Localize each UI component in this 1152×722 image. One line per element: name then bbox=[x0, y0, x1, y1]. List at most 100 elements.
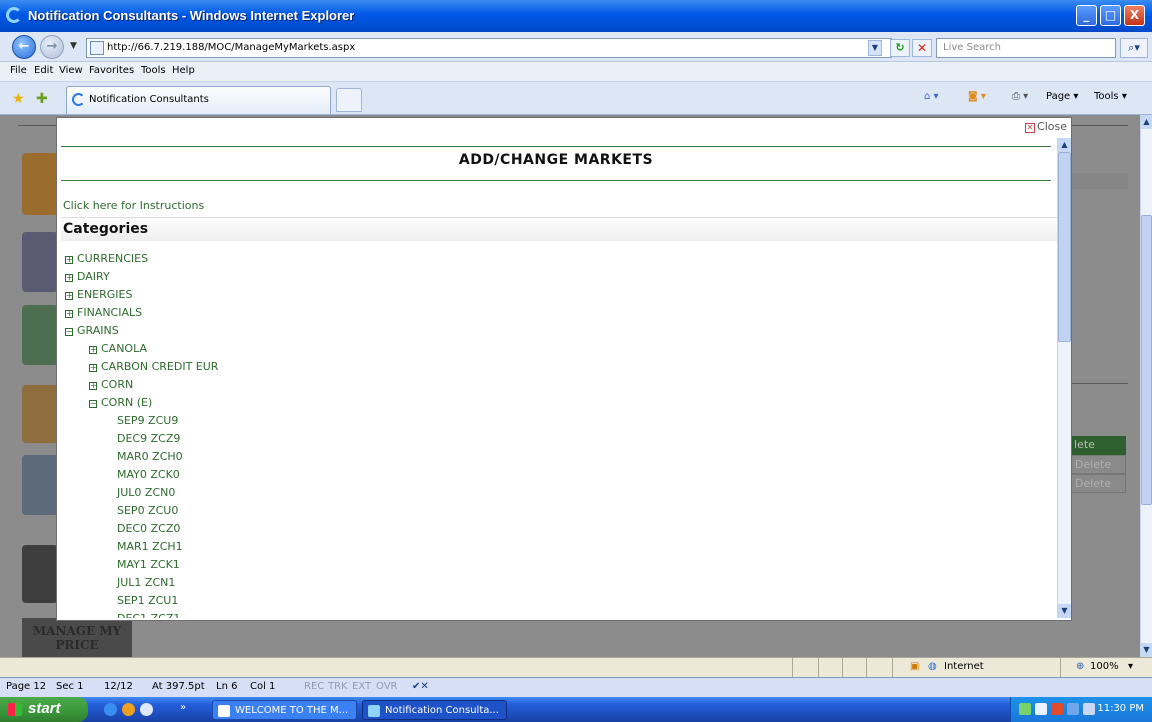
favorites-star-icon[interactable]: ★ bbox=[12, 91, 25, 107]
market-item[interactable]: DEC1 ZCZ1 bbox=[61, 610, 1051, 618]
tray-icon[interactable] bbox=[1067, 703, 1079, 715]
window-title-bar[interactable]: Notification Consultants - Windows Inter… bbox=[0, 0, 1152, 32]
page-scrollbar[interactable]: ▲ ▼ bbox=[1140, 115, 1152, 657]
zoom-icon: ⊕ bbox=[1076, 661, 1085, 672]
add-favorites-icon[interactable]: ✚ bbox=[36, 91, 48, 107]
manage-my-price-button[interactable]: MANAGE MY PRICE bbox=[22, 618, 132, 657]
task-ie[interactable]: Notification Consulta... bbox=[362, 700, 507, 720]
expand-icon[interactable]: + bbox=[89, 382, 97, 390]
tray-icon[interactable] bbox=[1051, 703, 1063, 715]
new-tab-button[interactable] bbox=[336, 88, 362, 112]
scroll-down-icon[interactable]: ▼ bbox=[1058, 604, 1071, 618]
expand-icon[interactable]: + bbox=[65, 310, 73, 318]
market-item[interactable]: SEP1 ZCU1 bbox=[61, 592, 1051, 610]
task-word[interactable]: WELCOME TO THE M... bbox=[212, 700, 357, 720]
tree-node[interactable]: + FINANCIALS bbox=[61, 304, 1051, 322]
protected-mode-icon[interactable]: ▣ bbox=[910, 661, 919, 672]
scroll-thumb[interactable] bbox=[1058, 152, 1071, 342]
tree-node[interactable]: + DAIRY bbox=[61, 268, 1051, 286]
stop-button[interactable]: ✕ bbox=[912, 39, 932, 57]
quicklaunch-icon[interactable] bbox=[122, 703, 135, 716]
recent-pages-dropdown[interactable]: ▼ bbox=[70, 41, 77, 51]
back-button[interactable]: ← bbox=[12, 35, 36, 59]
volume-icon[interactable] bbox=[1083, 703, 1095, 715]
tree-label: MAY0 ZCK0 bbox=[117, 468, 180, 481]
tree-node[interactable]: + CURRENCIES bbox=[61, 250, 1051, 268]
collapse-icon[interactable]: − bbox=[65, 328, 73, 336]
expand-icon[interactable]: + bbox=[89, 346, 97, 354]
menu-edit[interactable]: Edit bbox=[34, 65, 53, 76]
delete-button[interactable]: Delete bbox=[1070, 455, 1126, 474]
menu-file[interactable]: File bbox=[10, 65, 27, 76]
refresh-button[interactable]: ↻ bbox=[890, 39, 910, 57]
market-item[interactable]: SEP9 ZCU9 bbox=[61, 412, 1051, 430]
scroll-up-icon[interactable]: ▲ bbox=[1058, 138, 1071, 152]
scroll-up-icon[interactable]: ▲ bbox=[1141, 115, 1152, 129]
page-menu[interactable]: Page ▾ bbox=[1046, 91, 1078, 102]
quicklaunch-icon[interactable] bbox=[140, 703, 153, 716]
tree-node[interactable]: − CORN (E) bbox=[61, 394, 1051, 412]
expand-icon[interactable]: + bbox=[65, 292, 73, 300]
menu-help[interactable]: Help bbox=[172, 65, 195, 76]
collapse-icon[interactable]: − bbox=[89, 400, 97, 408]
tree-node[interactable]: + CORN bbox=[61, 376, 1051, 394]
spelling-icon[interactable]: ✔✕ bbox=[412, 681, 429, 692]
home-icon[interactable]: ⌂ ▾ bbox=[924, 91, 939, 102]
tree-node[interactable]: + CANOLA bbox=[61, 340, 1051, 358]
scroll-down-icon[interactable]: ▼ bbox=[1141, 643, 1152, 657]
word-trk[interactable]: TRK bbox=[328, 681, 348, 692]
more-icon[interactable]: » bbox=[180, 702, 186, 713]
categories-tree: + CURRENCIES + DAIRY + ENERGIES + FINANCIALS − GR… bbox=[61, 250, 1051, 618]
close-window-button[interactable]: X bbox=[1124, 5, 1145, 26]
word-ext[interactable]: EXT bbox=[352, 681, 371, 692]
start-button[interactable]: start bbox=[0, 697, 88, 722]
feeds-icon[interactable]: ◙ ▾ bbox=[968, 91, 986, 102]
word-rec[interactable]: REC bbox=[304, 681, 324, 692]
tray-icon[interactable] bbox=[1035, 703, 1047, 715]
market-item[interactable]: MAY0 ZCK0 bbox=[61, 466, 1051, 484]
expand-icon[interactable]: + bbox=[89, 364, 97, 372]
market-item[interactable]: MAY1 ZCK1 bbox=[61, 556, 1051, 574]
word-ovr[interactable]: OVR bbox=[376, 681, 397, 692]
search-icon[interactable]: ⌕▾ bbox=[1120, 38, 1148, 58]
expand-icon[interactable]: + bbox=[65, 256, 73, 264]
expand-icon[interactable]: + bbox=[65, 274, 73, 282]
tree-node[interactable]: + CARBON CREDIT EUR bbox=[61, 358, 1051, 376]
address-input[interactable]: http://66.7.219.188/MOC/ManageMyMarkets.… bbox=[86, 38, 892, 58]
menu-view[interactable]: View bbox=[59, 65, 83, 76]
menu-tools[interactable]: Tools bbox=[141, 65, 166, 76]
print-icon[interactable]: ⎙ ▾ bbox=[1012, 91, 1028, 102]
search-input[interactable]: Live Search bbox=[936, 38, 1116, 58]
tray-icon[interactable] bbox=[1019, 703, 1031, 715]
tree-node[interactable]: + ENERGIES bbox=[61, 286, 1051, 304]
delete-button[interactable]: Delete bbox=[1070, 474, 1126, 493]
tab-label: Notification Consultants bbox=[89, 94, 209, 105]
tools-menu[interactable]: Tools ▾ bbox=[1094, 91, 1127, 102]
market-item[interactable]: JUL0 ZCN0 bbox=[61, 484, 1051, 502]
market-item[interactable]: MAR1 ZCH1 bbox=[61, 538, 1051, 556]
market-item[interactable]: JUL1 ZCN1 bbox=[61, 574, 1051, 592]
close-dialog-button[interactable]: ✕ Close bbox=[1025, 120, 1067, 133]
address-dropdown-icon[interactable]: ▼ bbox=[868, 40, 882, 56]
market-item[interactable]: MAR0 ZCH0 bbox=[61, 448, 1051, 466]
minimize-button[interactable]: _ bbox=[1076, 5, 1097, 26]
instructions-link[interactable]: Click here for Instructions bbox=[63, 199, 204, 212]
tree-label: DAIRY bbox=[77, 270, 110, 283]
tree-node[interactable]: − GRAINS bbox=[61, 322, 1051, 340]
market-item[interactable]: DEC0 ZCZ0 bbox=[61, 520, 1051, 538]
ie-quicklaunch-icon[interactable] bbox=[104, 703, 117, 716]
zoom-dropdown-icon[interactable]: ▾ bbox=[1128, 661, 1133, 672]
tree-label: DEC1 ZCZ1 bbox=[117, 612, 180, 618]
tab-notification-consultants[interactable]: Notification Consultants bbox=[66, 86, 331, 114]
forward-button[interactable]: → bbox=[40, 35, 64, 59]
market-item[interactable]: DEC9 ZCZ9 bbox=[61, 430, 1051, 448]
market-item[interactable]: SEP0 ZCU0 bbox=[61, 502, 1051, 520]
menu-favorites[interactable]: Favorites bbox=[89, 65, 134, 76]
zoom-level[interactable]: 100% bbox=[1090, 661, 1119, 672]
delete-button[interactable]: lete bbox=[1070, 436, 1126, 455]
background-panel bbox=[1072, 173, 1128, 189]
scroll-thumb[interactable] bbox=[1141, 215, 1152, 505]
person-icon bbox=[22, 232, 58, 292]
dialog-scrollbar[interactable]: ▲ ▼ bbox=[1057, 138, 1071, 618]
maximize-button[interactable]: □ bbox=[1100, 5, 1121, 26]
